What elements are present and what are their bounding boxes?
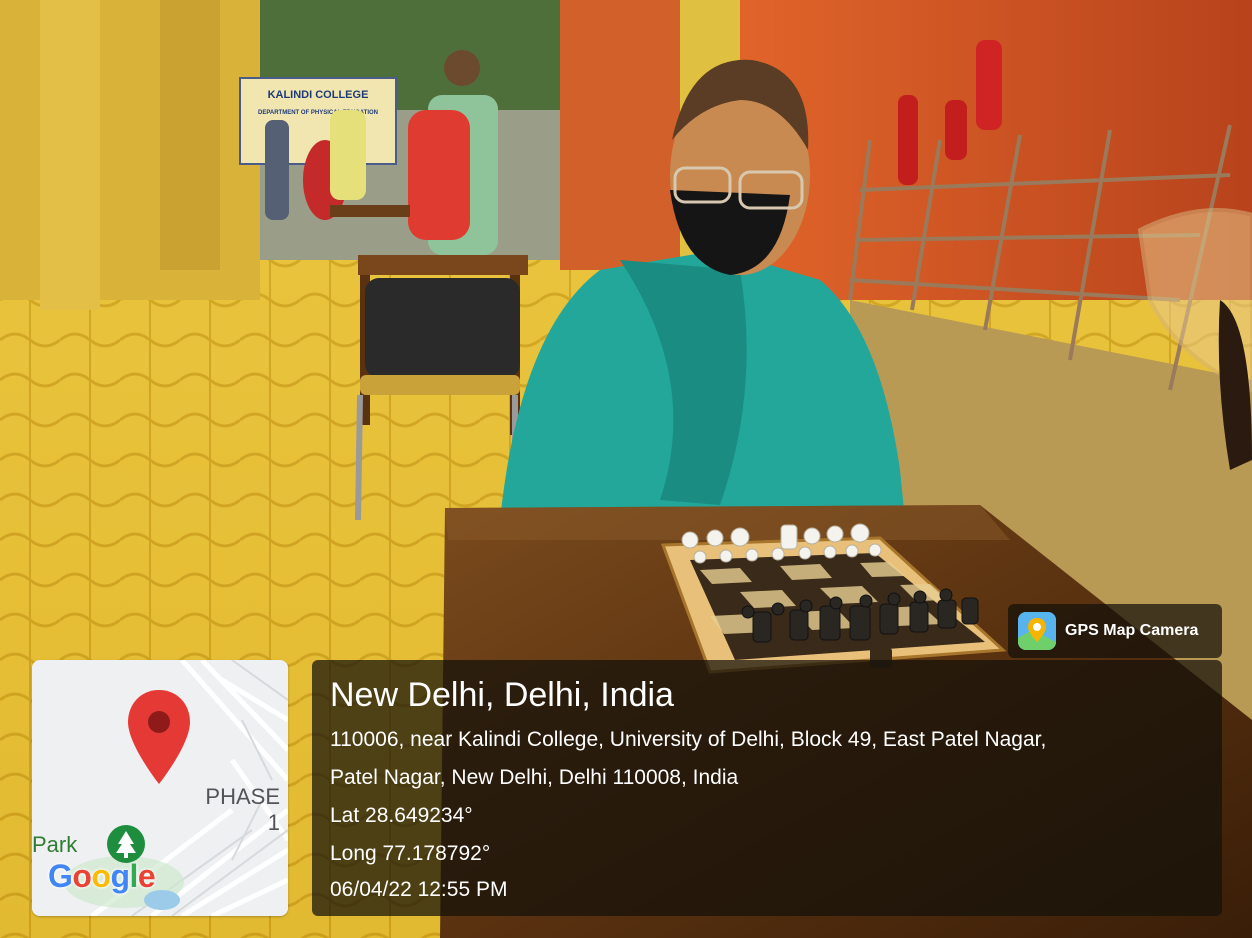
map-thumbnail: PHASE 1 Park Google — [32, 660, 288, 916]
google-logo-letter: l — [129, 858, 139, 894]
map-place-label: PHASE 1 — [205, 784, 280, 836]
gps-map-camera-icon — [1018, 612, 1056, 650]
address-line-1: 110006, near Kalindi College, University… — [330, 728, 1047, 751]
location-title: New Delhi, Delhi, India — [330, 676, 674, 714]
google-logo-letter: e — [137, 858, 156, 894]
gps-map-camera-label: GPS Map Camera — [1065, 622, 1199, 639]
map-park-label: Park — [32, 832, 78, 857]
address-line-2: Patel Nagar, New Delhi, Delhi 110008, In… — [330, 766, 739, 789]
datetime-text: 06/04/22 12:55 PM — [330, 878, 508, 901]
google-logo-letter: G — [48, 858, 73, 894]
location-info-panel: New Delhi, Delhi, India 110006, near Kal… — [312, 660, 1222, 916]
map-place-label-line-2: 1 — [267, 810, 280, 835]
google-logo-letter: o — [91, 858, 111, 894]
banner-college-text: KALINDI COLLEGE — [268, 89, 369, 101]
google-logo: Google — [48, 858, 156, 895]
gps-map-camera-badge: GPS Map Camera — [1008, 604, 1222, 658]
google-logo-letter: g — [110, 858, 130, 894]
map-place-label-line-1: PHASE — [205, 784, 280, 809]
longitude-text: Long 77.178792° — [330, 842, 491, 865]
latitude-text: Lat 28.649234° — [330, 804, 473, 827]
google-logo-letter: o — [72, 858, 92, 894]
